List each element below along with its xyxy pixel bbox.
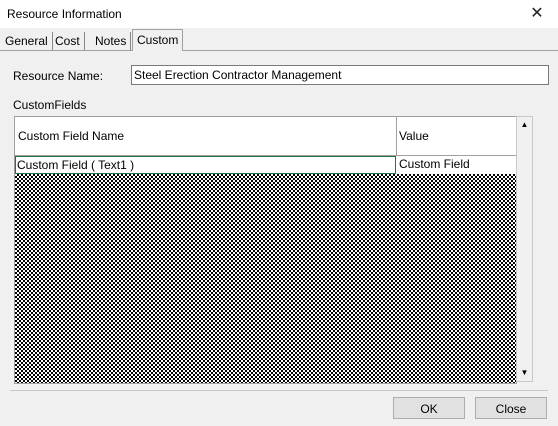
title-bar: Resource Information ✕ <box>0 0 558 28</box>
tab-notes[interactable]: Notes <box>91 32 132 50</box>
custom-fields-grid[interactable]: Custom Field Name Value Custom Field ( T… <box>14 116 517 384</box>
window-title: Resource Information <box>7 7 122 21</box>
custom-fields-label: CustomFields <box>13 98 87 112</box>
vertical-scrollbar[interactable]: ▲ ▼ <box>516 116 533 382</box>
scroll-up-icon[interactable]: ▲ <box>517 117 532 133</box>
table-row[interactable]: Custom Field ( Text1 ) Custom Field <box>15 156 516 174</box>
footer-divider <box>10 390 548 391</box>
column-header-value[interactable]: Value <box>396 117 429 155</box>
empty-grid-area <box>15 174 516 383</box>
cell-custom-field-name[interactable]: Custom Field ( Text1 ) <box>15 156 396 174</box>
grid-header: Custom Field Name Value <box>15 117 516 156</box>
resource-name-input[interactable] <box>131 65 549 85</box>
resource-name-label: Resource Name: <box>13 69 104 83</box>
ok-button[interactable]: OK <box>393 397 465 419</box>
tab-cost[interactable]: Cost <box>51 32 85 50</box>
close-button[interactable]: Close <box>475 397 547 419</box>
close-icon[interactable]: ✕ <box>526 3 548 25</box>
tab-divider <box>0 50 558 51</box>
cell-custom-field-value[interactable]: Custom Field <box>397 156 515 172</box>
column-header-name[interactable]: Custom Field Name <box>15 117 124 155</box>
tab-general[interactable]: General <box>1 32 53 50</box>
tab-custom[interactable]: Custom <box>132 29 184 51</box>
scroll-down-icon[interactable]: ▼ <box>517 365 532 381</box>
